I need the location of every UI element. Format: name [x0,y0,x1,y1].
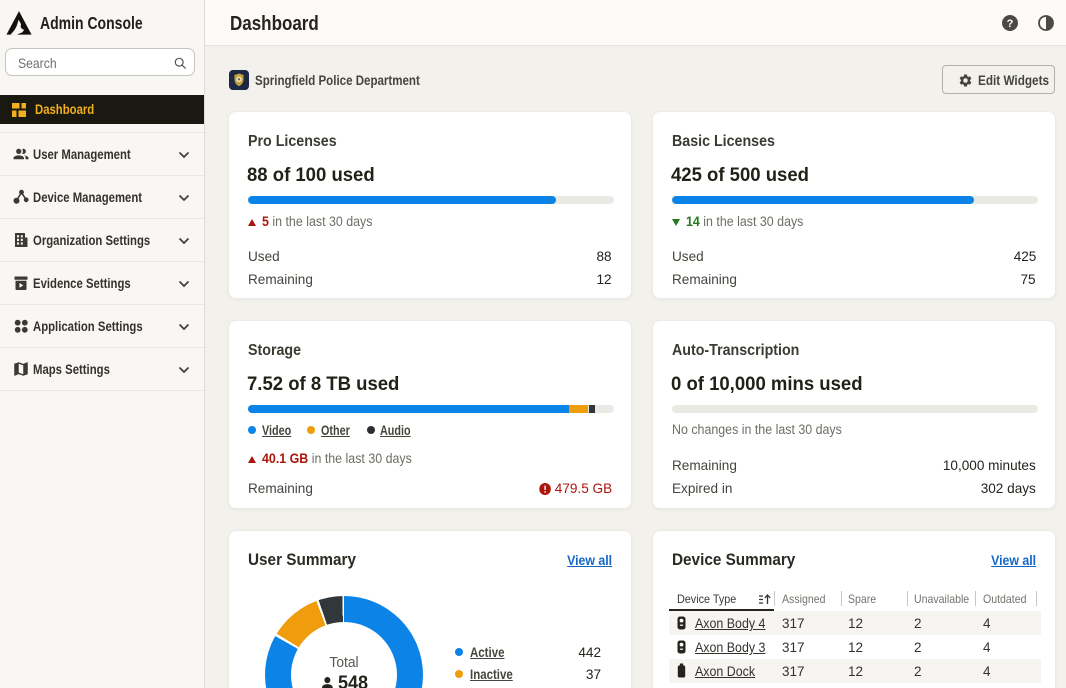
svg-text:?: ? [1007,18,1014,30]
